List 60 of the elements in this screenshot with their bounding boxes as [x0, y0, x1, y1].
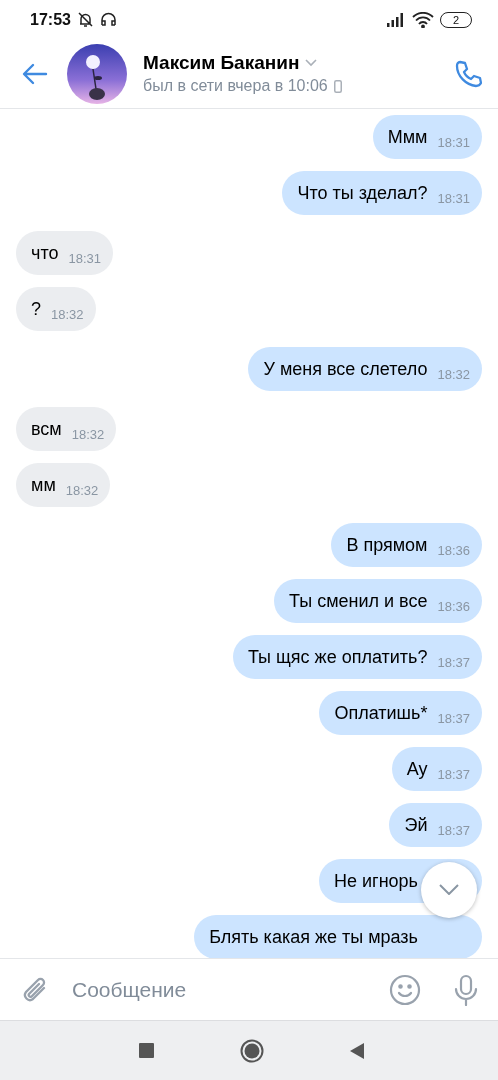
wifi-icon [412, 12, 434, 28]
status-time: 17:53 [30, 11, 71, 29]
message-bubble[interactable]: ? 18:32 [16, 286, 96, 331]
message-time: 18:37 [437, 655, 470, 670]
headphones-icon [99, 11, 117, 29]
message-input[interactable]: Сообщение [72, 977, 389, 1002]
message-time: 18:31 [437, 135, 470, 150]
microphone-icon[interactable] [454, 973, 478, 1006]
phone-device-icon [333, 79, 342, 93]
message-bubble[interactable]: Оплатишь* 18:37 [319, 690, 482, 735]
message-text: Ммм [387, 125, 428, 149]
message-text: Ты сменил и все [289, 589, 428, 613]
message-text: что [31, 241, 59, 265]
message-bubble[interactable]: Ау 18:37 [391, 746, 482, 791]
message-text: ? [31, 297, 41, 321]
message-bubble[interactable]: Что ты зделал? 18:31 [282, 170, 482, 215]
message-bubble[interactable]: Ты сменил и все 18:36 [274, 578, 482, 623]
message-text: В прямом [346, 533, 428, 557]
message-time: 18:32 [437, 367, 470, 382]
message-text: Что ты зделал? [297, 181, 428, 205]
message-time: 18:36 [437, 543, 470, 558]
back-arrow-icon[interactable] [22, 62, 48, 85]
message-time: 18:31 [68, 251, 101, 266]
message-bubble[interactable]: У меня все слетело 18:32 [248, 346, 482, 391]
message-time: 18:37 [437, 823, 470, 838]
smiley-icon[interactable] [389, 973, 421, 1006]
message-time: 18:32 [71, 427, 105, 442]
message-text: Оплатишь* [334, 701, 428, 725]
message-text: Эй [404, 813, 428, 837]
message-bubble[interactable]: Ты щяс же оплатить? 18:37 [232, 634, 482, 679]
bell-off-icon [76, 11, 94, 29]
message-time: 18:31 [437, 191, 470, 206]
last-seen-status: был в сети вчера в 10:06 [143, 77, 328, 96]
message-text: Ау [406, 757, 428, 781]
message-text: Ты щяс же оплатить? [247, 645, 428, 669]
message-time: 18:37 [437, 767, 470, 782]
home-icon[interactable] [239, 1038, 264, 1063]
message-time: 18:37 [437, 711, 470, 726]
message-bubble[interactable]: Блять какая же ты мразь [194, 914, 482, 959]
message-bubble[interactable]: что 18:31 [16, 230, 113, 275]
message-bubble[interactable]: В прямом 18:36 [331, 522, 482, 567]
phone-call-icon[interactable] [454, 59, 482, 88]
contact-name[interactable]: Максим Баканин [143, 52, 300, 75]
message-text: У меня все слетело [263, 357, 428, 381]
message-bubble[interactable]: Эй 18:37 [389, 802, 482, 847]
message-text: мм [31, 473, 56, 497]
message-bubble[interactable]: всм 18:32 [16, 406, 117, 451]
message-time: 18:32 [65, 483, 99, 498]
message-bubble[interactable]: Ммм 18:31 [372, 114, 482, 159]
back-icon[interactable] [349, 1042, 364, 1059]
message-bubble[interactable]: мм 18:32 [16, 462, 111, 507]
message-text: Блять какая же ты мразь [209, 925, 418, 949]
message-text: Не игнорь [334, 869, 418, 893]
signal-icon [386, 13, 406, 27]
chevron-down-icon [439, 884, 459, 896]
message-time: 18:36 [437, 599, 470, 614]
message-time: 18:32 [51, 307, 84, 322]
chevron-down-icon[interactable] [305, 59, 318, 68]
message-text: всм [31, 417, 62, 441]
recent-apps-icon[interactable] [138, 1043, 154, 1059]
